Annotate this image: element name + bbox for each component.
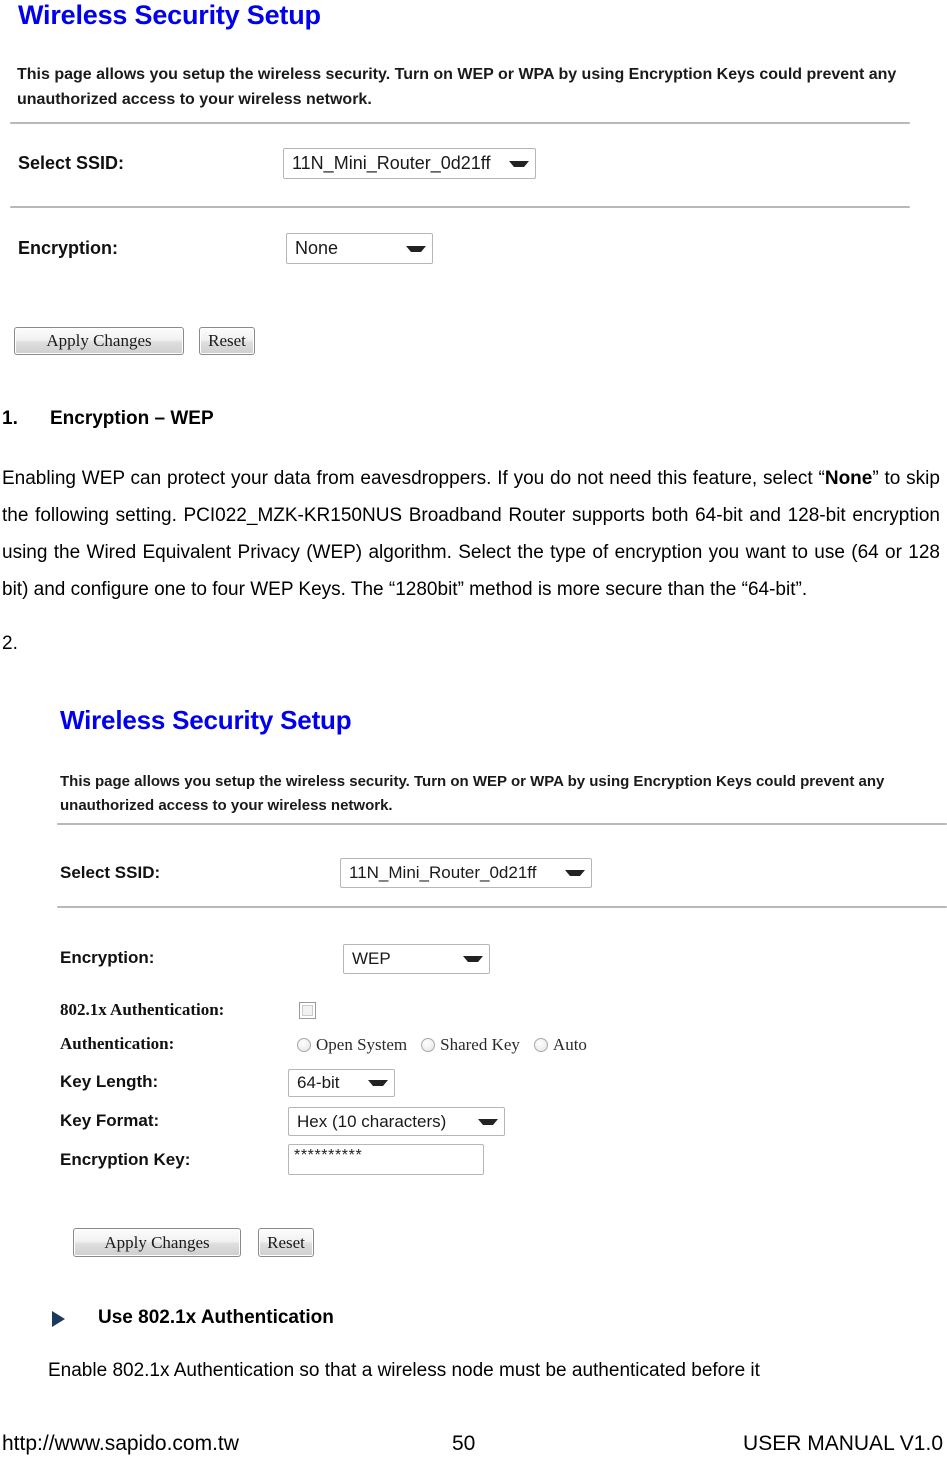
chevron-down-icon (406, 245, 426, 252)
key-length-dropdown[interactable]: 64-bit (288, 1069, 395, 1097)
select-ssid-label: Select SSID: (60, 863, 161, 882)
select-ssid-value: 11N_Mini_Router_0d21ff (349, 863, 537, 882)
select-ssid-dropdown[interactable]: 11N_Mini_Router_0d21ff (283, 148, 536, 179)
radio-shared-key[interactable] (421, 1038, 436, 1052)
bullet-section-heading: Use 802.1x Authentication (98, 1307, 334, 1328)
authentication-label: Authentication: (60, 1034, 175, 1053)
key-length-value: 64-bit (297, 1073, 340, 1092)
divider-1 (57, 823, 947, 825)
chevron-down-icon (368, 1080, 388, 1086)
router-panel-encryption-none: Wireless Security Setup This page allows… (0, 0, 947, 375)
encryption-key-input[interactable]: ********** (288, 1144, 484, 1175)
divider-1 (10, 122, 910, 124)
router-panel-encryption-wep: Wireless Security Setup This page allows… (0, 660, 947, 1280)
dot1x-authentication-label: 802.1x Authentication: (60, 1000, 225, 1019)
key-format-label: Key Format: (60, 1111, 160, 1130)
chevron-down-icon (463, 956, 483, 962)
radio-shared-key-label: Shared Key (440, 1035, 520, 1054)
section-1-paragraph-text: Enabling WEP can protect your data from … (2, 468, 940, 600)
dot1x-authentication-checkbox[interactable] (299, 1002, 316, 1019)
section-1-paragraph: Enabling WEP can protect your data from … (2, 460, 940, 608)
radio-auto[interactable] (533, 1038, 548, 1052)
panel-title: Wireless Security Setup (18, 0, 321, 30)
reset-button[interactable]: Reset (199, 327, 255, 355)
chevron-down-icon (478, 1118, 498, 1125)
authentication-radio-group: Open System Shared Key Auto (297, 1035, 587, 1055)
radio-open-system[interactable] (297, 1038, 311, 1052)
apply-changes-button[interactable]: Apply Changes (14, 327, 184, 355)
encryption-label: Encryption: (18, 238, 119, 258)
key-format-value: Hex (10 characters) (297, 1111, 447, 1131)
radio-open-system-label: Open System (316, 1035, 408, 1054)
section-1-heading: Encryption – WEP (50, 408, 214, 429)
footer-manual-version: USER MANUAL V1.0 (743, 1432, 943, 1455)
divider-2 (10, 206, 910, 208)
divider-2 (57, 906, 947, 908)
chevron-down-icon (565, 870, 585, 876)
select-ssid-dropdown[interactable]: 11N_Mini_Router_0d21ff (340, 858, 592, 888)
section-1-number: 1. (2, 408, 18, 429)
encryption-key-value: ********** (294, 1147, 363, 1164)
footer-url: http://www.sapido.com.tw (2, 1432, 239, 1455)
select-ssid-label: Select SSID: (18, 153, 125, 173)
encryption-key-label: Encryption Key: (60, 1150, 191, 1169)
select-ssid-value: 11N_Mini_Router_0d21ff (292, 153, 491, 173)
encryption-label: Encryption: (60, 948, 155, 967)
panel-description: This page allows you setup the wireless … (60, 773, 885, 814)
encryption-value: WEP (352, 949, 391, 968)
key-format-dropdown[interactable]: Hex (10 characters) (288, 1107, 505, 1136)
key-length-label: Key Length: (60, 1072, 159, 1091)
apply-changes-button[interactable]: Apply Changes (73, 1228, 241, 1257)
bullet-arrow-icon (52, 1311, 65, 1327)
encryption-dropdown[interactable]: None (286, 233, 433, 264)
section-2-number: 2. (2, 633, 18, 654)
footer-page-number: 50 (452, 1432, 476, 1455)
radio-auto-label: Auto (552, 1035, 587, 1054)
panel-description: This page allows you setup the wireless … (17, 66, 897, 108)
bullet-section-body: Enable 802.1x Authentication so that a w… (48, 1360, 760, 1381)
encryption-value: None (295, 238, 339, 258)
chevron-down-icon (509, 160, 529, 167)
page-footer: http://www.sapido.com.tw 50 USER MANUAL … (0, 1432, 947, 1462)
encryption-dropdown[interactable]: WEP (343, 944, 490, 974)
reset-button[interactable]: Reset (258, 1228, 314, 1257)
panel-title: Wireless Security Setup (60, 705, 352, 735)
